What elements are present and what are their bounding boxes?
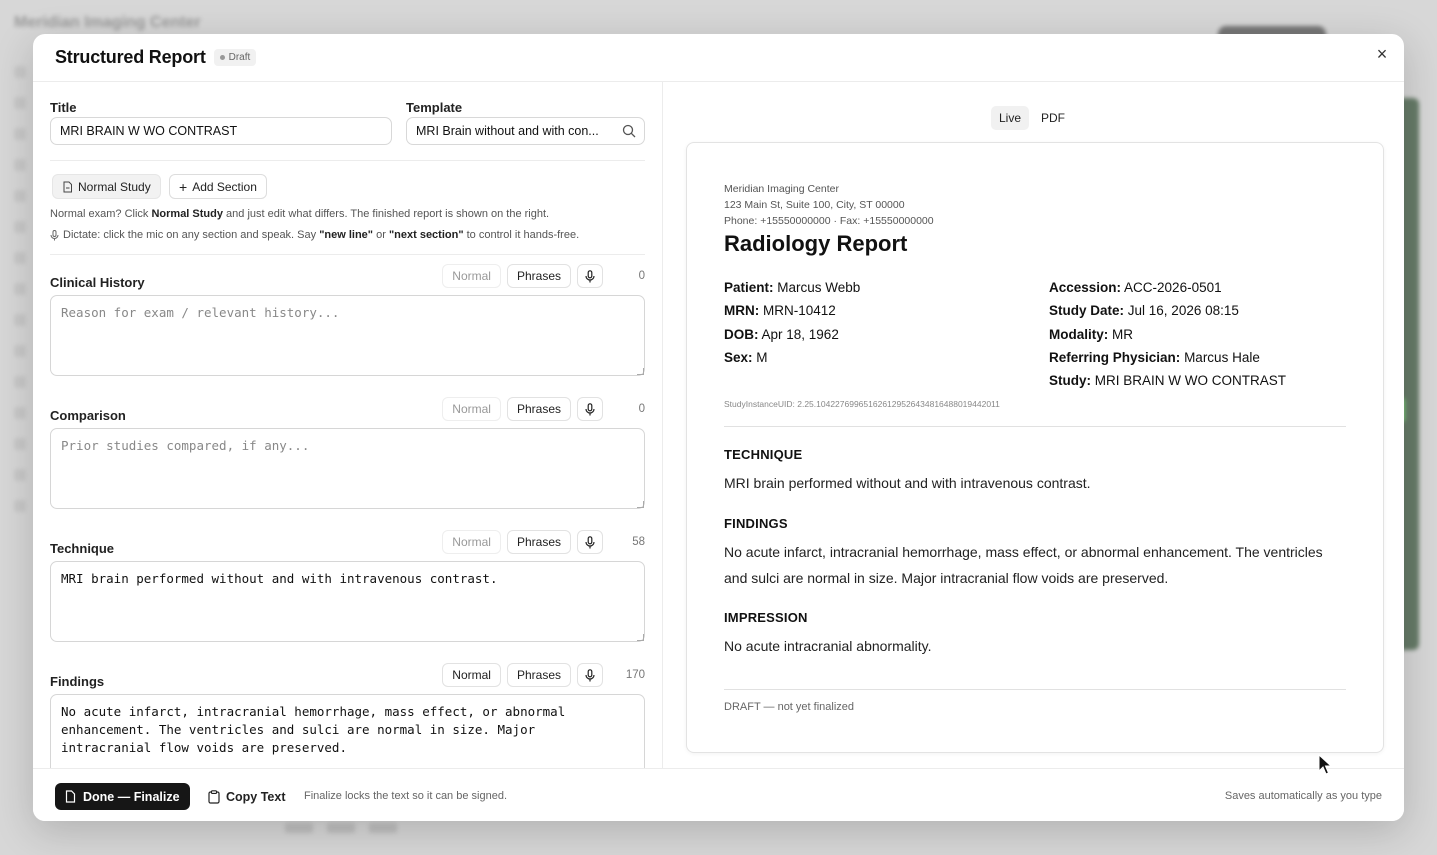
- accession-value: ACC-2026-0501: [1124, 280, 1222, 295]
- divider: [50, 254, 645, 255]
- title-label: Title: [50, 100, 77, 115]
- findings-text: No acute infarct, intracranial hemorrhag…: [724, 544, 1323, 586]
- report-editor-panel: Title MRI BRAIN W WO CONTRAST Template M…: [33, 82, 663, 768]
- normal-button[interactable]: Normal: [442, 663, 501, 687]
- status-dot-icon: [219, 55, 225, 60]
- section-label: Clinical History: [50, 275, 145, 290]
- dictation-help: Dictate: click the mic on any section an…: [50, 229, 579, 241]
- tab-pdf[interactable]: PDF: [1033, 106, 1073, 130]
- modal-title: Structured Report: [55, 47, 206, 67]
- plus-icon: +: [179, 178, 188, 195]
- character-count: 0: [638, 270, 645, 282]
- divider: [724, 689, 1346, 690]
- clipboard-icon: [208, 789, 220, 804]
- structured-report-modal: Structured Report Draft × Title MRI BRAI…: [33, 34, 1404, 821]
- patient-name: Marcus Webb: [777, 280, 861, 295]
- template-select[interactable]: MRI Brain without and with con...: [406, 117, 645, 145]
- patient-info: Patient: Marcus Webb MRN: MRN-10412 DOB:…: [724, 280, 861, 365]
- character-count: 170: [625, 669, 645, 681]
- modal-footer: Done — Finalize Copy Text Finalize locks…: [33, 768, 1404, 821]
- section-toolbar: Normal Phrases 0: [442, 397, 645, 421]
- normal-button[interactable]: Normal: [442, 264, 501, 288]
- resize-handle[interactable]: [637, 634, 644, 641]
- normal-button[interactable]: Normal: [442, 530, 501, 554]
- divider: [724, 426, 1346, 427]
- microphone-icon: [50, 229, 59, 240]
- autosave-note: Saves automatically as you type: [1224, 790, 1382, 802]
- copy-text-button-label: Copy Text: [226, 789, 286, 804]
- resize-handle[interactable]: [637, 368, 644, 375]
- status-badge-label: Draft: [228, 52, 251, 63]
- normal-study-help: Normal exam? Click Normal Study and just…: [50, 208, 550, 220]
- section-toolbar: Normal Phrases 0: [442, 264, 645, 288]
- section-toolbar: Normal Phrases 170: [442, 663, 645, 687]
- modal-header: Structured Report Draft: [33, 34, 1404, 82]
- impression-heading: IMPRESSION: [724, 610, 808, 625]
- organization-header: Meridian Imaging Center 123 Main St, Sui…: [724, 181, 934, 229]
- organization-phone: Phone: +15550000000 · Fax: +15550000000: [724, 215, 934, 227]
- resize-handle[interactable]: [637, 501, 644, 508]
- add-section-button-label: Add Section: [192, 179, 257, 194]
- technique-textarea[interactable]: MRI brain performed without and with int…: [50, 561, 645, 642]
- comparison-textarea[interactable]: Prior studies compared, if any...: [50, 428, 645, 509]
- report-title: Radiology Report: [724, 231, 908, 256]
- divider: [50, 160, 645, 161]
- normal-study-button[interactable]: Normal Study: [52, 174, 161, 199]
- technique-text: MRI brain performed without and with int…: [724, 475, 1091, 491]
- document-icon: [65, 790, 76, 803]
- finalize-note: Finalize locks the text so it can be sig…: [304, 790, 507, 802]
- phrases-button[interactable]: Phrases: [506, 264, 571, 288]
- template-label: Template: [406, 100, 463, 115]
- normal-button[interactable]: Normal: [442, 397, 501, 421]
- character-count: 58: [632, 536, 645, 548]
- section-label: Technique: [50, 541, 115, 556]
- status-badge: Draft: [213, 49, 257, 66]
- study-value: MRI BRAIN W WO CONTRAST: [1094, 373, 1287, 389]
- microphone-icon[interactable]: [577, 397, 603, 421]
- character-count: 0: [638, 403, 645, 415]
- section-label: Comparison: [50, 408, 126, 423]
- preview-tabs: Live PDF: [991, 106, 1073, 130]
- title-input[interactable]: MRI BRAIN W WO CONTRAST: [50, 117, 392, 145]
- microphone-icon[interactable]: [577, 264, 603, 288]
- section-toolbar: Normal Phrases 58: [442, 530, 645, 554]
- mrn-value: MRN-10412: [763, 303, 836, 319]
- study-info: Accession: ACC-2026-0501 Study Date: Jul…: [1049, 280, 1287, 389]
- organization-address: 123 Main St, Suite 100, City, ST 00000: [724, 199, 905, 211]
- study-date-value: Jul 16, 2026 08:15: [1127, 303, 1239, 319]
- document-icon: [63, 181, 72, 192]
- clinical-history-textarea[interactable]: Reason for exam / relevant history...: [50, 295, 645, 376]
- mouse-cursor-icon: [1318, 754, 1333, 775]
- technique-heading: TECHNIQUE: [724, 447, 803, 462]
- microphone-icon[interactable]: [577, 663, 603, 687]
- phrases-button[interactable]: Phrases: [506, 397, 571, 421]
- finalize-button-label: Done — Finalize: [83, 789, 180, 804]
- findings-textarea[interactable]: No acute infarct, intracranial hemorrhag…: [50, 694, 645, 768]
- report-preview-panel: Live PDF Meridian Imaging Center 123 Mai…: [664, 82, 1404, 768]
- template-select-value: MRI Brain without and with con...: [416, 124, 599, 138]
- impression-text: No acute intracranial abnormality.: [724, 638, 932, 654]
- study-instance-uid: StudyInstanceUID: 2.25.10422769965162612…: [724, 399, 1000, 409]
- modality-value: MR: [1112, 326, 1134, 342]
- report-preview-document: Meridian Imaging Center 123 Main St, Sui…: [686, 142, 1384, 753]
- sex-value: M: [756, 349, 768, 365]
- phrases-button[interactable]: Phrases: [506, 663, 571, 687]
- add-section-button[interactable]: + Add Section: [169, 174, 267, 199]
- normal-study-button-label: Normal Study: [78, 179, 151, 194]
- tab-live[interactable]: Live: [991, 106, 1030, 130]
- referring-physician-value: Marcus Hale: [1184, 349, 1260, 365]
- search-icon[interactable]: [622, 124, 636, 138]
- findings-heading: FINDINGS: [724, 516, 788, 531]
- phrases-button[interactable]: Phrases: [506, 530, 571, 554]
- microphone-icon[interactable]: [577, 530, 603, 554]
- organization-name: Meridian Imaging Center: [724, 183, 839, 195]
- section-label: Findings: [50, 674, 105, 689]
- draft-note: DRAFT — not yet finalized: [724, 701, 855, 713]
- dob-value: Apr 18, 1962: [761, 326, 839, 342]
- copy-text-button[interactable]: Copy Text: [208, 783, 286, 810]
- finalize-button[interactable]: Done — Finalize: [55, 783, 190, 810]
- close-icon[interactable]: ×: [1372, 44, 1392, 64]
